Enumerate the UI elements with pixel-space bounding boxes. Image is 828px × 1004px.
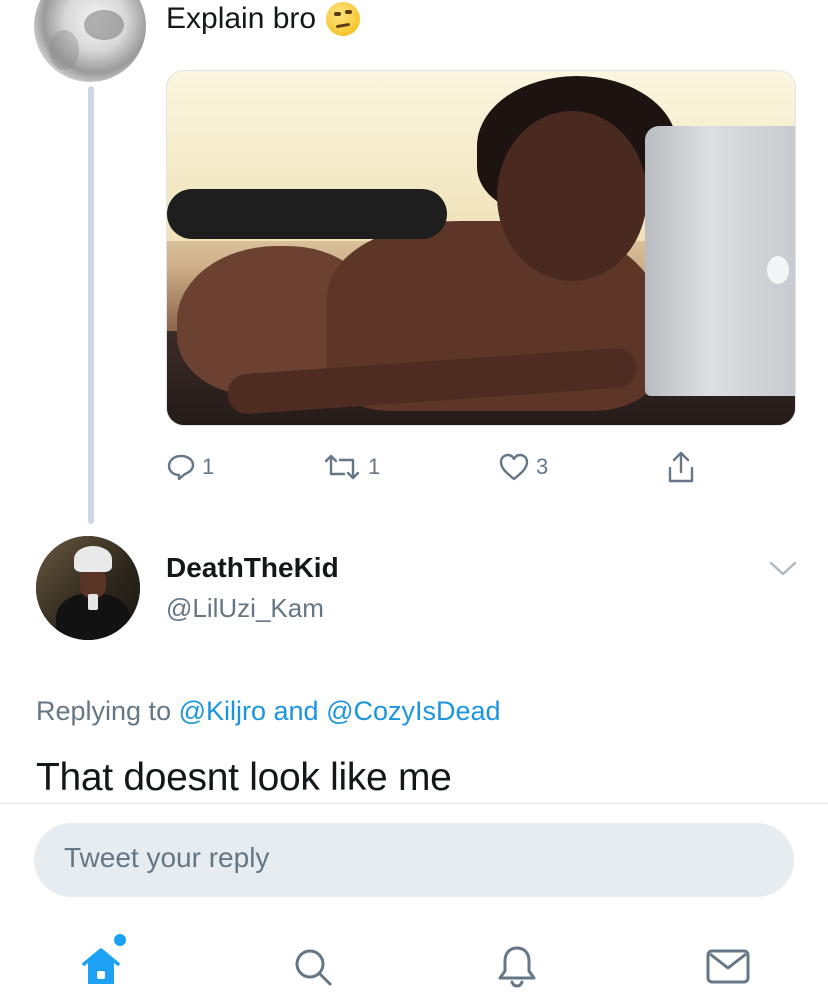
messages-icon (706, 949, 750, 984)
replying-and: and (266, 696, 327, 726)
tweet-photo[interactable] (166, 70, 796, 426)
notifications-icon (498, 946, 536, 988)
retweet-icon (324, 454, 360, 480)
nav-search-button[interactable] (290, 944, 336, 995)
chevron-down-icon (769, 561, 797, 576)
censor-bar (167, 189, 447, 239)
reply-action-button[interactable]: 1 (166, 452, 214, 482)
thread-line (88, 86, 94, 524)
reply-composer[interactable]: Tweet your reply (34, 823, 794, 897)
heart-icon (499, 453, 529, 481)
raised-eyebrow-emoji-icon (326, 2, 361, 36)
like-count: 3 (536, 454, 549, 479)
tweet-menu-button[interactable] (768, 558, 798, 583)
home-icon (82, 948, 120, 984)
reply-count: 1 (202, 454, 215, 479)
parent-tweet-text: Explain bro (166, 2, 361, 36)
replying-prefix: Replying to (36, 696, 179, 726)
reply-tweet-body: That doesnt look like me (36, 756, 452, 799)
retweet-action-button[interactable]: 1 (322, 452, 380, 482)
like-action-button[interactable]: 3 (498, 452, 548, 482)
nav-notifications-button[interactable] (494, 942, 540, 995)
reply-input-placeholder[interactable]: Tweet your reply (64, 842, 269, 874)
reply-icon (167, 454, 195, 481)
divider (0, 803, 828, 804)
parent-avatar[interactable] (34, 0, 146, 82)
share-icon (668, 451, 694, 483)
reply-avatar[interactable] (36, 536, 140, 640)
search-icon (295, 949, 332, 986)
parent-tweet-body: Explain bro (166, 2, 317, 35)
share-action-button[interactable] (666, 450, 696, 484)
replying-to-line: Replying to @Kiljro and @CozyIsDead (36, 696, 501, 727)
retweet-count: 1 (368, 454, 381, 479)
nav-messages-button[interactable] (704, 946, 752, 993)
home-notification-dot (114, 934, 126, 946)
mention-link-cozyisdead[interactable]: @CozyIsDead (326, 696, 500, 726)
nav-home-button[interactable] (78, 944, 124, 995)
display-name[interactable]: DeathTheKid (166, 552, 339, 584)
mention-link-kiljro[interactable]: @Kiljro (179, 696, 266, 726)
user-handle[interactable]: @LilUzi_Kam (166, 593, 324, 624)
